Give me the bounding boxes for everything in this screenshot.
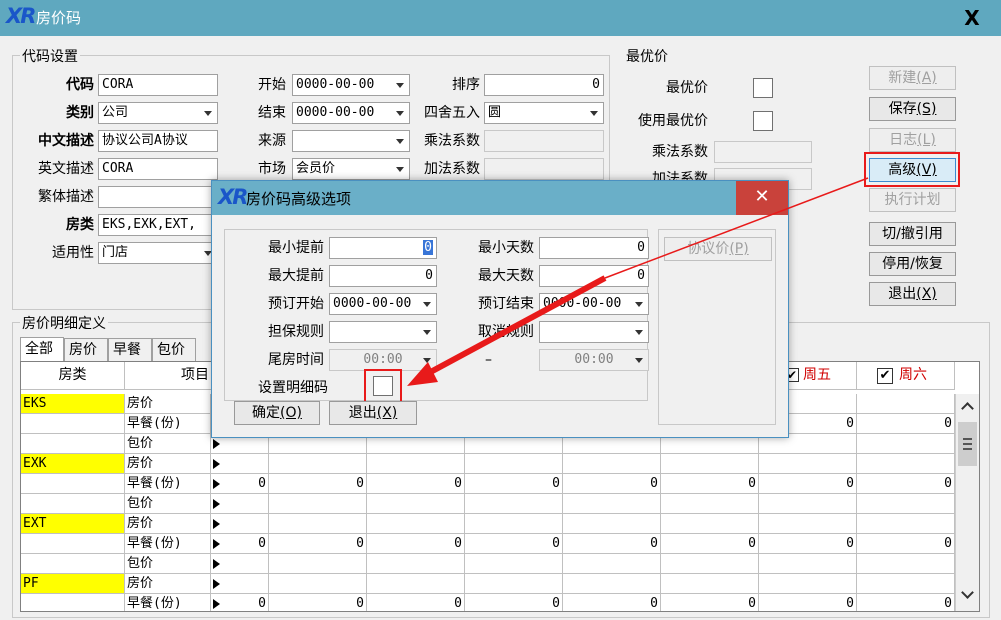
annotation-arrow-icon (407, 177, 869, 386)
